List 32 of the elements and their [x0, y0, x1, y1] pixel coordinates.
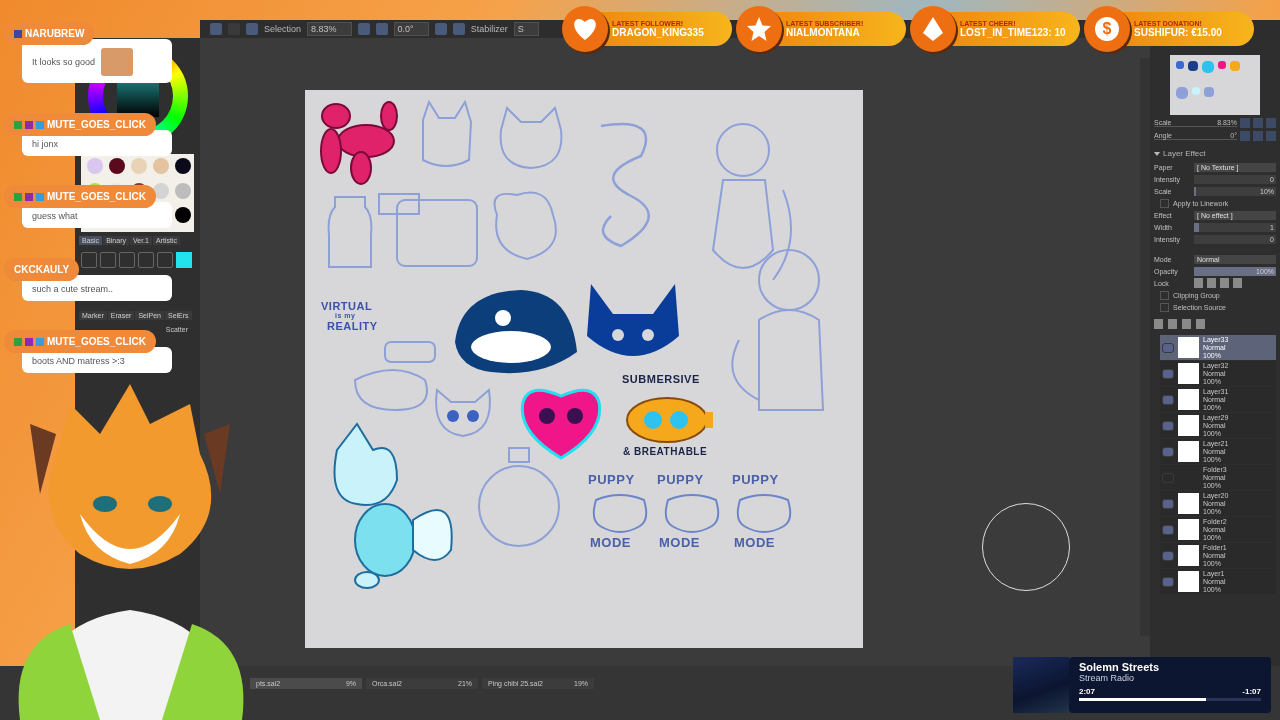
chat-username: MUTE_GOES_CLICK	[47, 336, 146, 347]
alert-value: NIALMONTANA	[786, 27, 861, 38]
sticker-lettering: MODE	[590, 535, 631, 550]
section-title: Layer Effect	[1163, 149, 1206, 158]
sticker-lettering: SUBMERSIVE	[622, 373, 700, 385]
chat-message: guess what	[32, 211, 78, 221]
alert-value: DRAGON_KING335	[612, 27, 705, 38]
alert-value: SUSHIFUR: €15.00	[1134, 27, 1223, 38]
remaining-time: -1:07	[1242, 687, 1261, 696]
chat-message: such a cute stream..	[32, 284, 114, 294]
elapsed-time: 2:07	[1079, 687, 1095, 696]
track-title: Solemn Streets	[1079, 661, 1161, 673]
coin-icon: $	[1095, 17, 1119, 41]
stabilizer-label: Stabilizer	[470, 24, 508, 34]
chat-username: MUTE_GOES_CLICK	[47, 119, 146, 130]
sticker-lettering: VIRTUAL	[321, 300, 373, 312]
selection-label: Selection	[264, 24, 302, 34]
sticker-lettering: REALITY	[327, 320, 378, 332]
sticker-lettering: & BREATHABLE	[623, 446, 708, 457]
sticker-lettering: PUPPY	[657, 472, 704, 487]
sticker-lettering: MODE	[734, 535, 775, 550]
sticker-lettering: MODE	[659, 535, 700, 550]
track-subtitle: Stream Radio	[1079, 673, 1136, 683]
chat-message: hi jonx	[32, 139, 58, 149]
chat-username: NARUBREW	[25, 28, 85, 39]
sticker-lettering: PUPPY	[732, 472, 779, 487]
sticker-lettering: PUPPY	[588, 472, 635, 487]
chat-username: MUTE_GOES_CLICK	[47, 191, 146, 202]
chat-message: boots AND matress >:3	[32, 356, 125, 366]
alert-value: LOST_IN_TIME123: 10	[960, 27, 1067, 38]
chat-message: It looks so good	[32, 57, 96, 67]
chat-username: CKCKAULY	[14, 264, 70, 275]
